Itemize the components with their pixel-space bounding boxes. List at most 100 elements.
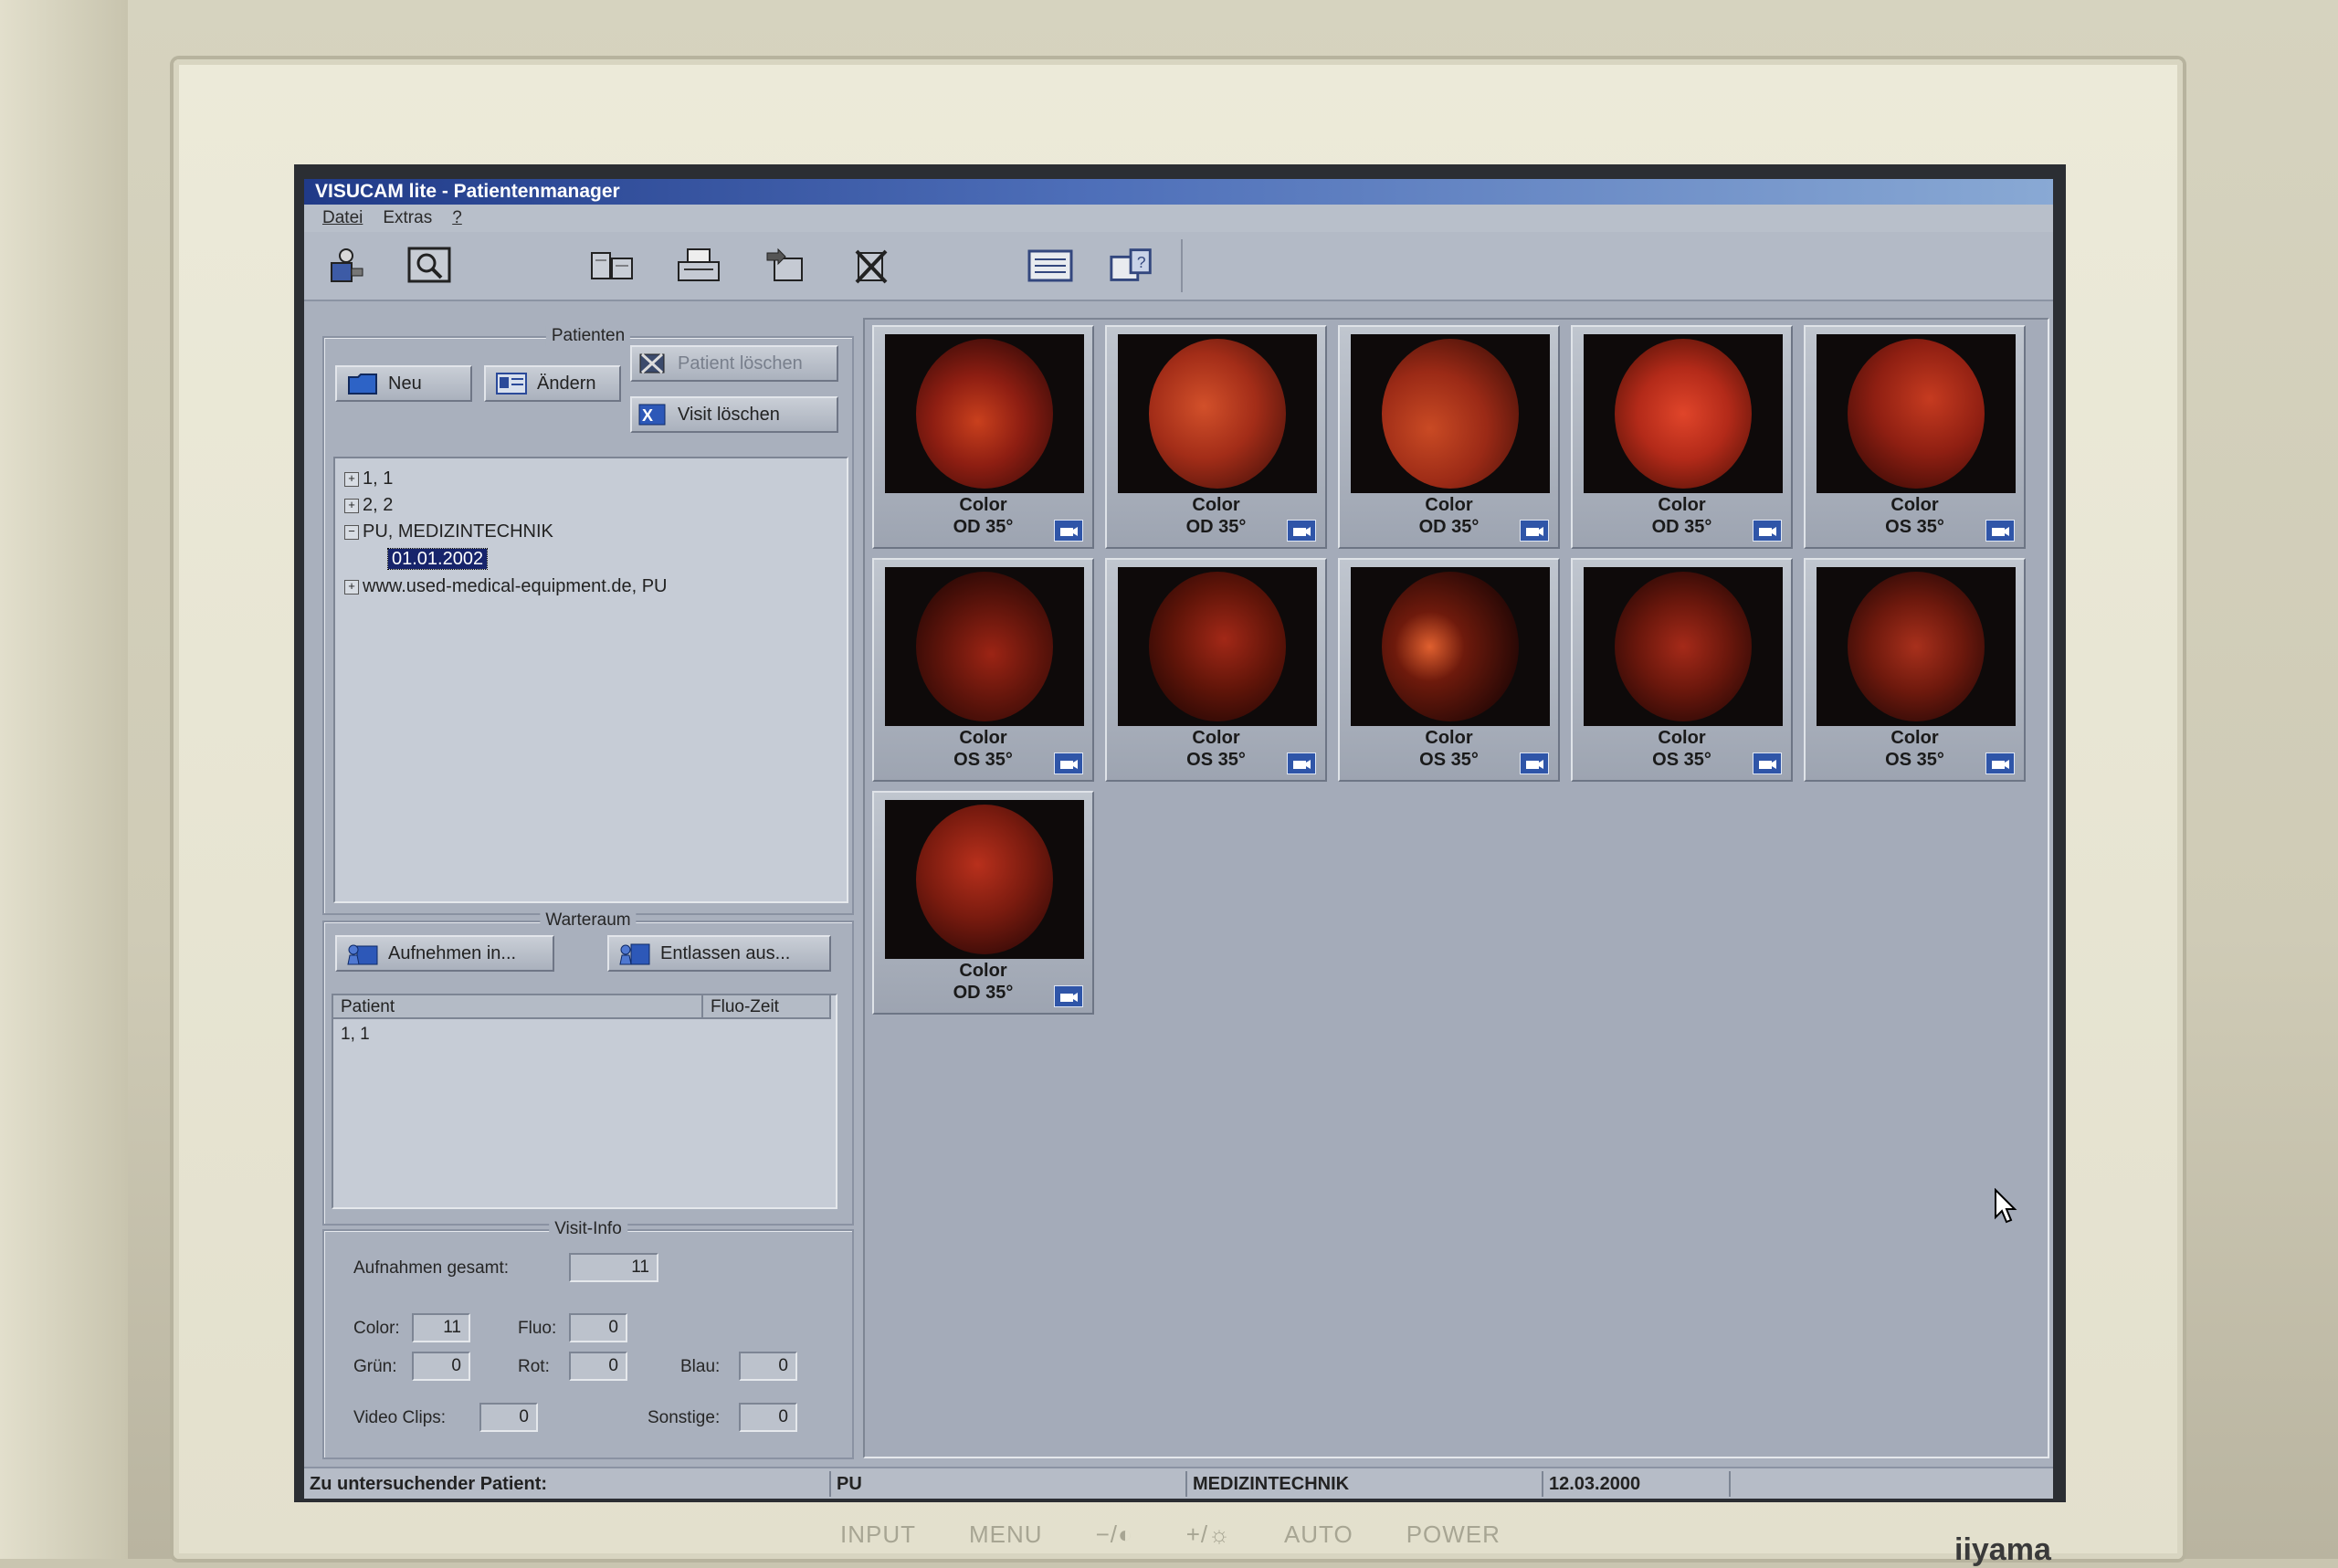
expand-icon[interactable]: + xyxy=(344,498,359,513)
monitor-button-input[interactable]: INPUT xyxy=(840,1521,916,1549)
color-label: Color: xyxy=(353,1319,400,1338)
video-value: 0 xyxy=(479,1403,538,1432)
camera-icon[interactable] xyxy=(1054,520,1083,542)
monitor-button-minus[interactable]: −/◐ xyxy=(1096,1521,1133,1549)
fundus-image xyxy=(885,567,1084,726)
fundus-image xyxy=(885,334,1084,493)
view-icon[interactable] xyxy=(405,241,454,290)
archive-icon[interactable] xyxy=(587,241,637,290)
camera-icon[interactable] xyxy=(1753,520,1782,542)
thumbnail-type-label: Color xyxy=(1658,728,1706,748)
color-value: 11 xyxy=(412,1313,470,1342)
column-header-fluo[interactable]: Fluo-Zeit xyxy=(703,995,831,1019)
fundus-thumbnail[interactable]: Color OD 35° xyxy=(872,791,1094,1015)
monitor-button-power[interactable]: POWER xyxy=(1406,1521,1501,1549)
thumbnail-type-label: Color xyxy=(1425,495,1473,515)
total-label: Aufnahmen gesamt: xyxy=(353,1258,510,1278)
expand-icon[interactable]: + xyxy=(344,471,359,487)
fundus-thumbnail[interactable]: Color OS 35° xyxy=(1804,325,2026,549)
column-header-patient[interactable]: Patient xyxy=(333,995,703,1019)
total-value: 11 xyxy=(569,1253,658,1282)
patient-tree[interactable]: +1, 1 +2, 2 − PU, MEDIZINTECHNIK 01.01.20… xyxy=(333,457,848,903)
camera-icon[interactable] xyxy=(1985,752,2015,774)
print-icon[interactable] xyxy=(674,241,723,290)
svg-text:?: ? xyxy=(1137,253,1146,271)
camera-icon[interactable] xyxy=(1520,752,1549,774)
status-empty-cell xyxy=(1729,1471,1911,1497)
waiting-room-panel-title: Warteraum xyxy=(540,910,637,931)
tree-node-patient-1[interactable]: +1, 1 xyxy=(344,466,393,491)
fundus-disc xyxy=(1848,339,1985,489)
fundus-disc xyxy=(916,572,1053,721)
camera-icon[interactable] xyxy=(1520,520,1549,542)
discharge-button[interactable]: Entlassen aus... xyxy=(607,935,831,972)
list-item[interactable]: 1, 1 xyxy=(341,1025,370,1045)
status-first-name: MEDIZINTECHNIK xyxy=(1185,1471,1349,1497)
monitor-buttons: INPUT MENU −/◐ +/☼ AUTO POWER xyxy=(840,1521,1501,1549)
fundus-disc xyxy=(916,339,1053,489)
toolbar-separator xyxy=(1181,239,1183,292)
other-label: Sonstige: xyxy=(648,1408,721,1427)
camera-icon[interactable] xyxy=(1287,520,1316,542)
tree-node-patient-2[interactable]: +2, 2 xyxy=(344,492,393,518)
admit-button[interactable]: Aufnehmen in... xyxy=(335,935,554,972)
fundus-thumbnail[interactable]: Color OS 35° xyxy=(1338,558,1560,782)
new-patient-button[interactable]: Neu xyxy=(335,365,472,402)
waiting-room-list[interactable]: Patient Fluo-Zeit 1, 1 xyxy=(332,994,837,1209)
fundus-thumbnail[interactable]: Color OD 35° xyxy=(872,325,1094,549)
window-title: VISUCAM lite - Patientenmanager xyxy=(304,179,2053,205)
fundus-disc xyxy=(1149,339,1286,489)
fundus-thumbnail[interactable]: Color OS 35° xyxy=(872,558,1094,782)
camera-icon[interactable] xyxy=(1054,752,1083,774)
thumbnail-type-label: Color xyxy=(959,495,1007,515)
list-icon[interactable] xyxy=(1026,241,1075,290)
status-date: 12.03.2000 xyxy=(1542,1471,1640,1497)
fundus-disc xyxy=(1615,339,1752,489)
waiting-room-header: Patient Fluo-Zeit xyxy=(333,995,836,1019)
fundus-image xyxy=(1584,334,1783,493)
thumbnail-type-label: Color xyxy=(959,728,1007,748)
monitor-button-auto[interactable]: AUTO xyxy=(1284,1521,1353,1549)
app-window: VISUCAM lite - Patientenmanager Datei Ex… xyxy=(304,179,2053,1499)
export-icon[interactable] xyxy=(761,241,810,290)
monitor-button-menu[interactable]: MENU xyxy=(969,1521,1043,1549)
visit-info-panel-title: Visit-Info xyxy=(549,1219,627,1239)
camera-icon[interactable] xyxy=(1985,520,2015,542)
edit-patient-button[interactable]: Ändern xyxy=(484,365,621,402)
delete-patient-button[interactable]: Patient löschen xyxy=(630,345,838,382)
fundus-thumbnail[interactable]: Color OS 35° xyxy=(1804,558,2026,782)
status-bar: Zu untersuchender Patient: PU MEDIZINTEC… xyxy=(304,1467,2053,1499)
menu-extras[interactable]: Extras xyxy=(383,208,432,228)
fundus-image xyxy=(1118,567,1317,726)
fundus-thumbnail[interactable]: Color OD 35° xyxy=(1571,325,1793,549)
fundus-thumbnail[interactable]: Color OS 35° xyxy=(1571,558,1793,782)
fundus-thumbnail[interactable]: Color OD 35° xyxy=(1338,325,1560,549)
fundus-image xyxy=(1118,334,1317,493)
blue-value: 0 xyxy=(739,1352,797,1381)
tree-node-patient-pu[interactable]: − PU, MEDIZINTECHNIK xyxy=(344,519,553,544)
monitor-button-plus[interactable]: +/☼ xyxy=(1186,1521,1231,1549)
info-icon[interactable]: ? xyxy=(1108,241,1157,290)
camera-icon[interactable] xyxy=(1054,985,1083,1007)
status-last-name: PU xyxy=(829,1471,862,1497)
camera-icon[interactable] xyxy=(1753,752,1782,774)
collapse-icon[interactable]: − xyxy=(344,524,359,540)
menu-help[interactable]: ? xyxy=(452,208,462,228)
thumbnail-type-label: Color xyxy=(1192,728,1240,748)
menu-datei[interactable]: Datei xyxy=(322,208,363,228)
tree-node-patient-www[interactable]: + www.used-medical-equipment.de, PU xyxy=(344,574,668,599)
red-value: 0 xyxy=(569,1352,627,1381)
delete-icon[interactable] xyxy=(848,241,897,290)
delete-visit-button[interactable]: X Visit löschen xyxy=(630,396,838,433)
expand-icon[interactable]: + xyxy=(344,579,359,595)
edit-patient-label: Ändern xyxy=(537,373,596,394)
delete-visit-label: Visit löschen xyxy=(678,404,780,425)
image-gallery[interactable]: Color OD 35° Color OD 35° Color OD 35° Color OD… xyxy=(863,318,2049,1458)
camera-icon[interactable] xyxy=(1287,752,1316,774)
thumbnail-type-label: Color xyxy=(1425,728,1473,748)
folder-icon xyxy=(346,371,379,396)
tree-node-visit[interactable]: 01.01.2002 xyxy=(386,546,489,572)
fundus-thumbnail[interactable]: Color OD 35° xyxy=(1105,325,1327,549)
fundus-thumbnail[interactable]: Color OS 35° xyxy=(1105,558,1327,782)
capture-icon[interactable] xyxy=(322,241,372,290)
